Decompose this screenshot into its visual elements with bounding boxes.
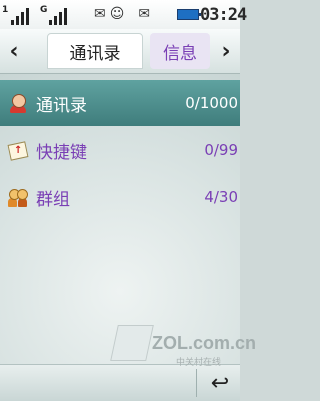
sim2-signal-icon: G	[40, 5, 74, 25]
prev-tab-button[interactable]: ‹	[0, 29, 28, 73]
chevron-right-icon: ›	[221, 38, 231, 64]
bottom-divider	[196, 369, 197, 397]
battery-icon	[177, 9, 201, 20]
contact-status-icon: ☺	[109, 6, 125, 22]
status-bar: 1 G ✉ ☺ ✉ 03:24	[0, 0, 247, 29]
bottom-bar: ZOL.com.cn 中关村在线 ↩	[0, 325, 256, 401]
list-item-shortcuts[interactable]: ↑ 快捷键 0/99	[0, 127, 240, 173]
chevron-left-icon: ‹	[9, 38, 19, 64]
next-tab-button[interactable]: ›	[212, 29, 240, 73]
list-item-count: 4/30	[204, 188, 238, 206]
tab-contacts[interactable]: 通讯录	[47, 33, 143, 69]
list-item-groups[interactable]: 群组 4/30	[0, 174, 240, 220]
status-icons: ✉ ☺ ✉	[94, 7, 154, 21]
contacts-icon	[8, 93, 28, 113]
sim1-signal-icon: 1	[2, 5, 36, 25]
back-button[interactable]: ↩	[200, 369, 240, 397]
list-item-count: 0/1000	[185, 94, 238, 112]
sim1-label: 1	[2, 5, 9, 15]
list-item-label: 群组	[36, 189, 70, 210]
list-item-count: 0/99	[204, 141, 238, 159]
list-item-label: 通讯录	[36, 95, 87, 116]
status-time: 03:24	[200, 5, 247, 25]
list-item-label: 快捷键	[36, 142, 87, 163]
message-alert-icon: ✉	[138, 6, 151, 22]
tab-bar: ‹ 通讯录 信息 ›	[0, 29, 240, 74]
group-icon	[8, 187, 28, 207]
back-arrow-icon: ↩	[210, 370, 230, 396]
message-icon: ✉	[94, 6, 106, 22]
list-item-contacts[interactable]: 通讯录 0/1000	[0, 80, 240, 126]
shortcut-card-icon: ↑	[7, 140, 29, 161]
tab-messages[interactable]: 信息	[150, 33, 210, 69]
contacts-menu-list: 通讯录 0/1000 ↑ 快捷键 0/99 群组 4/30	[0, 74, 240, 364]
zol-logo-icon	[110, 325, 154, 361]
watermark-text: ZOL.com.cn	[152, 333, 257, 353]
sim2-label: G	[40, 5, 48, 15]
watermark-subtext: 中关村在线	[176, 358, 222, 368]
